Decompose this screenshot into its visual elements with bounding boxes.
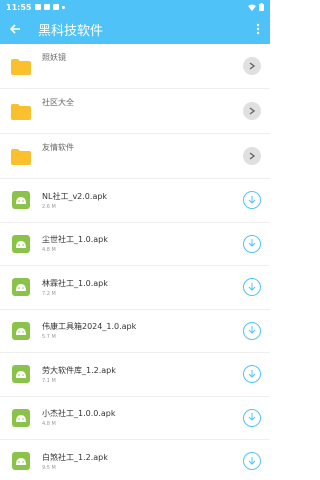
file-size: 7.2 M <box>42 290 56 297</box>
download-button[interactable] <box>243 278 261 297</box>
file-item[interactable]: 小杰社工_1.0.0.apk 4.8 M <box>0 397 270 440</box>
download-icon <box>248 282 256 291</box>
folder-icon <box>11 58 31 75</box>
file-item[interactable]: 劳大软件库_1.2.apk 7.1 M <box>0 353 270 397</box>
android-icon <box>12 191 30 210</box>
file-name: 白煞社工_1.2.apk <box>42 452 108 462</box>
file-name: 尘世社工_1.0.apk <box>42 235 108 245</box>
android-icon <box>12 234 30 253</box>
dot-icon <box>62 5 66 9</box>
notification-icons <box>35 4 66 10</box>
file-item[interactable]: 伟康工具箱2024_1.0.apk 5.7 M <box>0 310 270 353</box>
download-icon <box>248 195 256 204</box>
folder-icon <box>11 103 31 120</box>
file-size: 2.6 M <box>42 203 56 210</box>
file-item[interactable]: 林霖社工_1.0.apk 7.2 M <box>0 266 270 310</box>
chevron-right-icon <box>249 152 255 160</box>
folder-name: 社区大全 <box>42 98 74 107</box>
system-icons <box>248 3 264 11</box>
chevron-right-icon <box>249 107 255 115</box>
download-icon <box>248 326 256 334</box>
page-title: 黑科技软件 <box>38 23 104 39</box>
download-icon <box>248 239 256 247</box>
file-name: NL社工_v2.0.apk <box>42 191 108 201</box>
folder-item[interactable]: 照妖镜 <box>0 44 270 89</box>
open-folder-button[interactable] <box>243 57 261 75</box>
file-size: 4.8 M <box>42 247 56 254</box>
file-name: 伟康工具箱2024_1.0.apk <box>42 322 137 332</box>
status-bar: 11:55 <box>0 0 270 14</box>
download-icon <box>248 456 256 465</box>
music-icon <box>35 4 42 10</box>
file-size: 9.5 M <box>42 464 56 471</box>
more-button[interactable] <box>246 14 270 44</box>
file-size: 4.8 M <box>42 421 56 428</box>
folder-item[interactable]: 友情软件 <box>0 134 270 179</box>
download-button[interactable] <box>243 452 261 471</box>
folder-icon <box>11 148 31 165</box>
app-bar: 黑科技软件 <box>0 14 270 44</box>
back-button[interactable] <box>0 14 30 44</box>
android-icon <box>12 452 30 471</box>
file-size: 7.1 M <box>42 377 56 384</box>
file-item[interactable]: 尘世社工_1.0.apk 4.8 M <box>0 223 270 266</box>
file-name: 小杰社工_1.0.0.apk <box>42 409 116 419</box>
download-button[interactable] <box>243 321 261 340</box>
download-button[interactable] <box>243 408 261 427</box>
mail-icon <box>53 4 60 10</box>
download-icon <box>248 369 256 378</box>
android-icon <box>12 321 30 340</box>
android-icon <box>12 278 30 297</box>
folder-name: 友情软件 <box>42 143 74 152</box>
more-vert-icon <box>256 23 260 35</box>
open-folder-button[interactable] <box>243 102 261 120</box>
folder-name: 照妖镜 <box>42 53 66 62</box>
file-name: 林霖社工_1.0.apk <box>42 278 108 288</box>
arrow-left-icon <box>9 24 20 34</box>
folder-item[interactable]: 社区大全 <box>0 89 270 134</box>
download-button[interactable] <box>243 365 261 384</box>
status-time: 11:55 <box>6 2 32 12</box>
file-list: 照妖镜 社区大全 友情软件 NL社工_v2.0.apk 2.6 M 尘世社工_1.… <box>0 44 270 480</box>
image-icon <box>44 4 51 10</box>
download-button[interactable] <box>243 191 261 210</box>
android-icon <box>12 365 30 384</box>
open-folder-button[interactable] <box>243 147 261 165</box>
file-item[interactable]: 白煞社工_1.2.apk 9.5 M <box>0 440 270 480</box>
chevron-right-icon <box>249 62 255 70</box>
battery-icon <box>259 3 264 11</box>
download-button[interactable] <box>243 234 261 253</box>
file-name: 劳大软件库_1.2.apk <box>42 365 116 375</box>
file-size: 5.7 M <box>42 334 56 341</box>
download-icon <box>248 413 256 421</box>
wifi-icon <box>248 4 256 11</box>
android-icon <box>12 408 30 427</box>
file-item[interactable]: NL社工_v2.0.apk 2.6 M <box>0 179 270 223</box>
